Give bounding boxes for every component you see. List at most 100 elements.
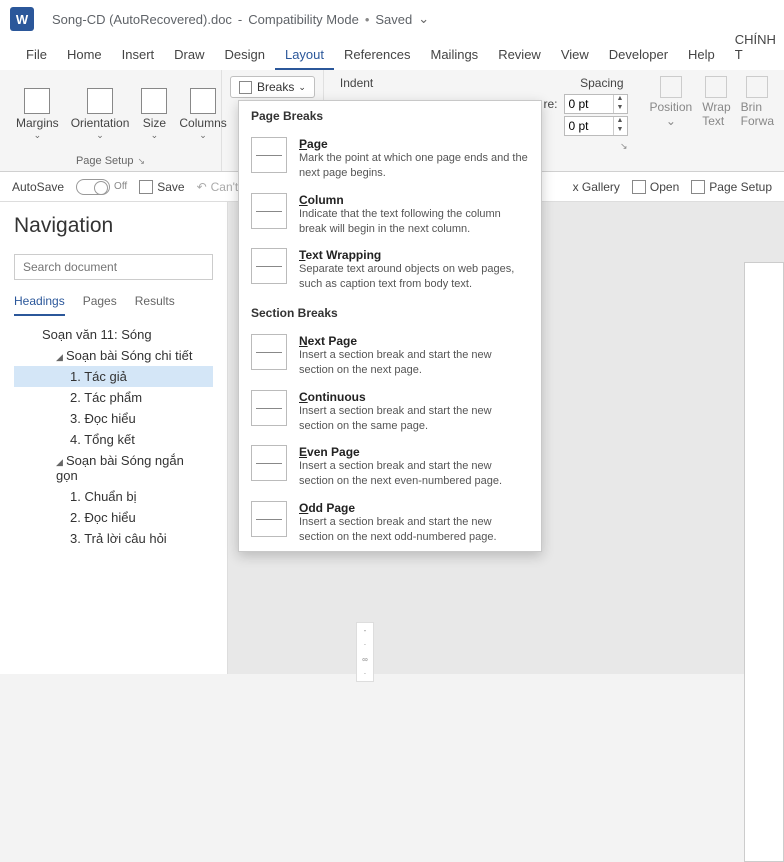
wrap-text-button[interactable]: Wrap Text [702, 76, 730, 165]
navigation-tree: Soạn văn 11: Sóng◢Soạn bài Sóng chi tiết… [14, 324, 213, 549]
position-button[interactable]: Position⌄ [650, 76, 693, 165]
page-breaks-header: Page Breaks [239, 101, 541, 131]
breaks-menu-item[interactable]: ColumnIndicate that the text following t… [239, 187, 541, 243]
tree-item[interactable]: 1. Chuẩn bị [14, 486, 213, 507]
spacing-before-input[interactable]: ▲▼ [564, 94, 628, 114]
break-item-title: Odd Page [299, 501, 529, 515]
breaks-icon [239, 81, 252, 94]
tab-developer[interactable]: Developer [599, 41, 678, 70]
open-button[interactable]: Open [632, 180, 679, 194]
autosave-toggle[interactable] [76, 179, 110, 195]
break-type-icon [251, 193, 287, 229]
spacing-label: Spacing [580, 76, 623, 90]
vertical-ruler: -·∞· [356, 622, 374, 682]
indent-label: Indent [340, 76, 373, 90]
break-item-title: Even Page [299, 445, 529, 459]
page-setup-button[interactable]: Page Setup [691, 180, 772, 194]
tree-item[interactable]: 2. Tác phẩm [14, 387, 213, 408]
tree-item[interactable]: 2. Đọc hiểu [14, 507, 213, 528]
nav-tab-pages[interactable]: Pages [83, 294, 117, 316]
spacing-after-input[interactable]: ▲▼ [564, 116, 628, 136]
expand-triangle-icon: ◢ [56, 457, 66, 468]
break-type-icon [251, 334, 287, 370]
nav-tab-headings[interactable]: Headings [14, 294, 65, 316]
navigation-pane: Navigation Headings Pages Results Soạn v… [0, 202, 228, 674]
break-item-desc: Insert a section break and start the new… [299, 404, 529, 434]
tab-layout[interactable]: Layout [275, 41, 334, 70]
break-item-title: Column [299, 193, 529, 207]
compat-mode: Compatibility Mode [248, 12, 359, 27]
breaks-menu-item[interactable]: PageMark the point at which one page end… [239, 131, 541, 187]
breaks-dropdown: Page Breaks PageMark the point at which … [238, 100, 542, 552]
section-breaks-header: Section Breaks [239, 298, 541, 328]
paragraph-launcher-icon[interactable]: ↘ [620, 141, 628, 151]
tab-chinhta[interactable]: CHÍNH T [725, 26, 784, 70]
tab-help[interactable]: Help [678, 41, 725, 70]
tab-home[interactable]: Home [57, 41, 112, 70]
autosave-label: AutoSave [12, 180, 64, 194]
tab-references[interactable]: References [334, 41, 420, 70]
tree-item[interactable]: ◢Soạn bài Sóng chi tiết [14, 345, 213, 366]
orientation-icon [87, 88, 113, 114]
nav-tab-results[interactable]: Results [135, 294, 175, 316]
break-item-desc: Insert a section break and start the new… [299, 515, 529, 545]
columns-icon [190, 88, 216, 114]
breaks-menu-item[interactable]: Even PageInsert a section break and star… [239, 439, 541, 495]
tab-design[interactable]: Design [215, 41, 275, 70]
bring-forward-button[interactable]: Brin Forwa [741, 76, 774, 165]
save-icon [139, 180, 153, 194]
tab-insert[interactable]: Insert [112, 41, 165, 70]
expand-triangle-icon: ◢ [56, 352, 66, 363]
tree-item[interactable]: 3. Đọc hiểu [14, 408, 213, 429]
tree-item[interactable]: 1. Tác giả [14, 366, 213, 387]
break-type-icon [251, 445, 287, 481]
break-type-icon [251, 390, 287, 426]
undo-icon: ↶ [197, 180, 207, 194]
page-setup-launcher-icon[interactable]: ↘ [137, 156, 145, 166]
save-status: Saved [375, 12, 412, 27]
break-item-desc: Mark the point at which one page ends an… [299, 151, 529, 181]
break-item-title: Next Page [299, 334, 529, 348]
margins-button[interactable]: Margins⌄ [10, 76, 65, 153]
tab-review[interactable]: Review [488, 41, 551, 70]
bring-forward-icon [746, 76, 768, 98]
word-app-icon: W [10, 7, 34, 31]
margins-icon [24, 88, 50, 114]
breaks-menu-item[interactable]: ContinuousInsert a section break and sta… [239, 384, 541, 440]
undo-button[interactable]: ↶Can't [197, 180, 239, 194]
position-icon [660, 76, 682, 98]
tab-draw[interactable]: Draw [164, 41, 214, 70]
gallery-button[interactable]: x Gallery [573, 180, 620, 194]
tree-item[interactable]: Soạn văn 11: Sóng [14, 324, 213, 345]
break-item-title: Page [299, 137, 529, 151]
open-icon [632, 180, 646, 194]
tree-item[interactable]: ◢Soạn bài Sóng ngắn gọn [14, 450, 213, 486]
size-icon [141, 88, 167, 114]
page-setup-label: Page Setup [76, 155, 134, 167]
search-input[interactable] [14, 254, 213, 280]
break-item-desc: Indicate that the text following the col… [299, 207, 529, 237]
break-type-icon [251, 501, 287, 537]
tab-mailings[interactable]: Mailings [421, 41, 489, 70]
breaks-menu-item[interactable]: Text WrappingSeparate text around object… [239, 242, 541, 298]
break-item-desc: Separate text around objects on web page… [299, 262, 529, 292]
break-item-desc: Insert a section break and start the new… [299, 348, 529, 378]
chevron-down-icon: ⌄ [298, 82, 306, 93]
breaks-button[interactable]: Breaks ⌄ [230, 76, 315, 98]
break-item-title: Continuous [299, 390, 529, 404]
tab-file[interactable]: File [16, 41, 57, 70]
break-item-desc: Insert a section break and start the new… [299, 459, 529, 489]
document-filename: Song-CD (AutoRecovered).doc [52, 12, 232, 27]
break-type-icon [251, 137, 287, 173]
tree-item[interactable]: 3. Trả lời câu hỏi [14, 528, 213, 549]
size-button[interactable]: Size⌄ [135, 76, 173, 153]
chevron-down-icon[interactable]: ⌄ [418, 11, 429, 27]
page [744, 262, 784, 862]
breaks-menu-item[interactable]: Next PageInsert a section break and star… [239, 328, 541, 384]
tree-item[interactable]: 4. Tổng kết [14, 429, 213, 450]
breaks-menu-item[interactable]: Odd PageInsert a section break and start… [239, 495, 541, 551]
navigation-title: Navigation [14, 214, 213, 238]
orientation-button[interactable]: Orientation⌄ [65, 76, 136, 153]
save-button[interactable]: Save [139, 180, 184, 194]
tab-view[interactable]: View [551, 41, 599, 70]
